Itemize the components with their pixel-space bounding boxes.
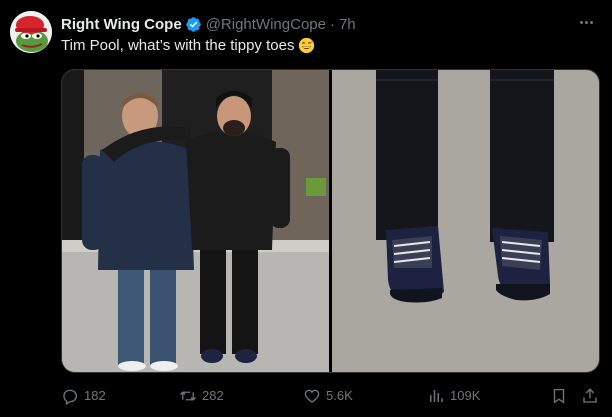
verified-badge-icon [185, 16, 202, 33]
repost-count: 282 [202, 388, 224, 403]
photo-shoes-closeup[interactable] [331, 70, 599, 372]
views-button[interactable]: 109K [427, 384, 480, 408]
reply-count: 182 [84, 388, 106, 403]
more-options-icon[interactable] [576, 12, 596, 32]
reply-icon [63, 389, 78, 405]
two-men-standing-photo [62, 70, 329, 372]
repost-icon [180, 391, 196, 401]
shoes-closeup-photo [331, 70, 599, 372]
views-count: 109K [450, 388, 481, 403]
tweet[interactable]: Right Wing Cope @RightWingCope · 7h Tim … [0, 0, 612, 417]
tweet-header: Right Wing Cope @RightWingCope · 7h [61, 14, 356, 34]
reply-button[interactable]: 182 [61, 384, 106, 408]
like-button[interactable]: 5.6K [303, 384, 353, 408]
media-grid [61, 69, 600, 373]
post-time[interactable]: 7h [339, 16, 356, 33]
separator-dot: · [329, 15, 335, 33]
repost-button[interactable]: 282 [179, 384, 224, 408]
display-name[interactable]: Right Wing Cope [61, 16, 182, 33]
share-button[interactable] [581, 384, 604, 408]
avatar[interactable] [10, 11, 52, 53]
views-bar-chart-icon [430, 390, 443, 402]
tweet-text-content: Tim Pool, what’s with the tippy toes [61, 37, 295, 54]
grinning-sweat-emoji [298, 37, 315, 54]
like-count: 5.6K [326, 388, 353, 403]
heart-icon [304, 389, 320, 403]
bookmark-button[interactable] [550, 384, 573, 408]
share-icon [583, 388, 597, 403]
photo-two-men[interactable] [62, 70, 329, 372]
bookmark-icon [553, 388, 565, 404]
tweet-text: Tim Pool, what’s with the tippy toes [61, 37, 315, 54]
pepe-avatar-icon [10, 11, 52, 53]
action-bar: 182 282 5.6K 109K [61, 384, 601, 408]
user-handle[interactable]: @RightWingCope [206, 16, 326, 33]
